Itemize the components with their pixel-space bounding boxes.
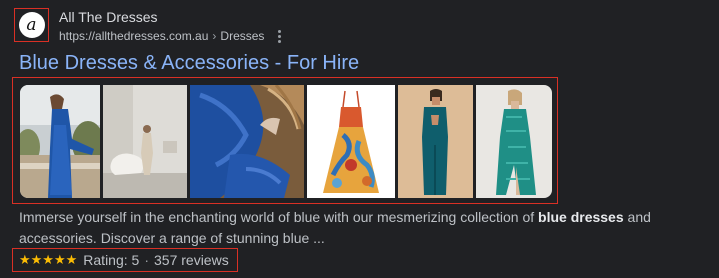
thumbnail-teal-cutout-gown[interactable]	[398, 85, 473, 198]
more-options-icon[interactable]	[272, 27, 286, 45]
rating-separator: ·	[144, 252, 149, 268]
favicon-letter: a	[26, 14, 37, 35]
star-rating-icon: ★★★★★	[19, 252, 78, 267]
thumbnail-blue-fabric-wicker-chair[interactable]	[190, 85, 304, 198]
favicon-highlight: a	[14, 8, 49, 42]
site-url-breadcrumb[interactable]: https://allthedresses.com.au › Dresses	[59, 29, 264, 43]
site-name[interactable]: All The Dresses	[59, 9, 158, 25]
rating-row: ★★★★★ Rating: 5 · 357 reviews	[19, 252, 229, 268]
result-snippet: Immerse yourself in the enchanting world…	[19, 207, 669, 249]
site-url: https://allthedresses.com.au	[59, 29, 209, 43]
thumbnail-teal-sequin-gown[interactable]	[476, 85, 552, 198]
breadcrumb-path: Dresses	[220, 29, 265, 43]
rating-highlight: ★★★★★ Rating: 5 · 357 reviews	[12, 248, 238, 272]
review-count: 357 reviews	[154, 252, 229, 268]
snippet-text-part1: Immerse yourself in the enchanting world…	[19, 209, 539, 225]
rating-label: Rating: 5	[83, 252, 140, 268]
thumbnail-model-white-room-sofa[interactable]	[103, 85, 187, 198]
thumbnail-paisley-print-maxi-dress[interactable]	[307, 85, 395, 198]
breadcrumb-separator: ›	[212, 29, 217, 43]
search-result: a All The Dresses https://allthedresses.…	[0, 0, 719, 278]
thumbnail-model-blue-dress-terrace[interactable]	[20, 85, 100, 198]
result-title-link[interactable]: Blue Dresses & Accessories - For Hire	[19, 52, 359, 75]
image-strip	[20, 85, 552, 198]
image-strip-highlight	[12, 77, 558, 204]
snippet-bold-keyword: blue dresses	[538, 209, 624, 225]
site-favicon-icon[interactable]: a	[18, 12, 45, 38]
